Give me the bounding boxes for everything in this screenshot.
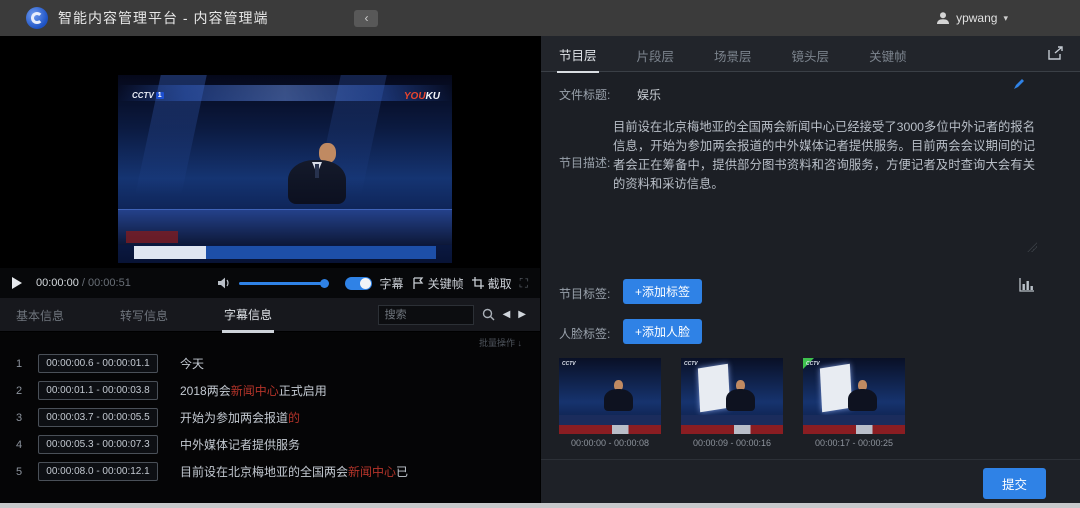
- subtitle-list: 1 00:00:00.6 - 00:00:01.1 今天 2 00:00:01.…: [0, 350, 540, 485]
- export-icon[interactable]: [1048, 46, 1064, 61]
- search-icon[interactable]: [482, 308, 495, 321]
- down-arrow-icon: ↓: [518, 338, 523, 348]
- row-number: 2: [16, 385, 38, 397]
- left-tab-bar: 基本信息 转写信息 字幕信息 ◀ ▶: [0, 298, 540, 332]
- watermark-logo: YOUKU: [404, 91, 440, 102]
- edit-icon[interactable]: [1014, 76, 1024, 94]
- bulk-action-link[interactable]: 批量操作 ↓: [479, 336, 522, 349]
- tab-shot-layer[interactable]: 镜头层: [790, 36, 832, 72]
- username: ypwang: [956, 11, 997, 25]
- play-icon[interactable]: [12, 277, 22, 289]
- capture-button[interactable]: 截取: [472, 275, 512, 292]
- keyframe-button[interactable]: 关键帧: [412, 275, 464, 292]
- app-title: 智能内容管理平台 - 内容管理端: [58, 8, 268, 28]
- news-anchor: [308, 143, 346, 204]
- timecode-field[interactable]: 00:00:05.3 - 00:00:07.3: [38, 435, 158, 454]
- subtitle-toggle-label: 字幕: [380, 275, 404, 292]
- face-tag-label: 人脸标签:: [559, 325, 610, 342]
- tab-scene-layer[interactable]: 场景层: [712, 36, 754, 72]
- file-title-label: 文件标题:: [559, 86, 610, 103]
- subtitle-text: 目前设在北京梅地亚的全国两会新闻中心已: [180, 463, 408, 480]
- app-logo-icon: [26, 7, 48, 29]
- subtitle-row[interactable]: 5 00:00:08.0 - 00:00:12.1 目前设在北京梅地亚的全国两会…: [0, 458, 540, 485]
- subtitle-text: 中外媒体记者提供服务: [180, 436, 300, 453]
- app-window: 智能内容管理平台 - 内容管理端 ‹ ypwang ▾ CCTV1: [0, 0, 1080, 508]
- lower-third-banner: [134, 246, 436, 259]
- keyframe-thumbnail[interactable]: CCTV 00:00:17 - 00:00:25: [803, 358, 905, 448]
- tab-program-layer[interactable]: 节目层: [557, 35, 599, 73]
- flag-icon: [412, 277, 424, 290]
- caret-down-icon: ▾: [1003, 13, 1008, 24]
- add-tag-button[interactable]: +添加标签: [623, 279, 702, 304]
- subtitle-text: 开始为参加两会报道的: [180, 409, 300, 426]
- tab-basic-info[interactable]: 基本信息: [14, 298, 66, 331]
- row-number: 4: [16, 439, 38, 451]
- row-number: 5: [16, 466, 38, 478]
- video-player[interactable]: CCTV1 YOUKU: [0, 36, 540, 268]
- thumbnail-timerange: 00:00:09 - 00:00:16: [681, 438, 783, 448]
- timecode-field[interactable]: 00:00:08.0 - 00:00:12.1: [38, 462, 158, 481]
- search-input[interactable]: [378, 305, 474, 325]
- user-icon: [936, 11, 950, 25]
- program-tag-label: 节目标签:: [559, 285, 610, 302]
- panel-footer: 提交: [541, 459, 1080, 503]
- timecode-field[interactable]: 00:00:03.7 - 00:00:05.5: [38, 408, 158, 427]
- resize-handle-icon[interactable]: [1027, 242, 1037, 252]
- submit-button[interactable]: 提交: [983, 468, 1046, 499]
- row-number: 1: [16, 358, 38, 370]
- time-display: 00:00:00 / 00:00:51: [36, 277, 131, 289]
- subtitle-text: 今天: [180, 355, 204, 372]
- tab-keyframe-layer[interactable]: 关键帧: [867, 36, 909, 72]
- subtitle-toggle[interactable]: [345, 277, 372, 290]
- row-number: 3: [16, 412, 38, 424]
- subtitle-text: 2018两会新闻中心正式启用: [180, 382, 327, 399]
- timecode-field[interactable]: 00:00:00.6 - 00:00:01.1: [38, 354, 158, 373]
- next-result-icon[interactable]: ▶: [518, 309, 526, 320]
- layer-tab-bar: 节目层 片段层 场景层 镜头层 关键帧: [541, 36, 1080, 72]
- metadata-panel: 节目层 片段层 场景层 镜头层 关键帧 文件标题: 娱乐 节目描述: 目前设在北…: [540, 36, 1080, 508]
- subtitle-row[interactable]: 3 00:00:03.7 - 00:00:05.5 开始为参加两会报道的: [0, 404, 540, 431]
- tab-transcript-info[interactable]: 转写信息: [118, 298, 170, 331]
- volume-icon[interactable]: [218, 277, 231, 289]
- keyframe-thumbnail[interactable]: CCTV 00:00:09 - 00:00:16: [681, 358, 783, 448]
- description-label: 节目描述:: [559, 154, 610, 171]
- timecode-field[interactable]: 00:00:01.1 - 00:00:03.8: [38, 381, 158, 400]
- keyframe-thumbnails: CCTV 00:00:00 - 00:00:08 CCTV 00:00:09 -…: [559, 358, 905, 448]
- volume-slider[interactable]: [239, 282, 327, 285]
- subtitle-row[interactable]: 1 00:00:00.6 - 00:00:01.1 今天: [0, 350, 540, 377]
- user-menu[interactable]: ypwang ▾: [936, 11, 1008, 25]
- tab-subtitle-info[interactable]: 字幕信息: [222, 297, 274, 333]
- player-panel: CCTV1 YOUKU 00:: [0, 36, 540, 508]
- thumbnail-timerange: 00:00:17 - 00:00:25: [803, 438, 905, 448]
- back-button[interactable]: ‹: [354, 10, 378, 27]
- player-controls: 00:00:00 / 00:00:51 字幕 关键帧: [0, 268, 540, 298]
- file-title-value[interactable]: 娱乐: [637, 86, 661, 103]
- subtitle-row[interactable]: 2 00:00:01.1 - 00:00:03.8 2018两会新闻中心正式启用: [0, 377, 540, 404]
- top-bar: 智能内容管理平台 - 内容管理端 ‹ ypwang ▾: [0, 0, 1080, 36]
- description-text[interactable]: 目前设在北京梅地亚的全国两会新闻中心已经接受了3000多位中外记者的报名信息，开…: [613, 118, 1035, 194]
- crop-icon: [472, 277, 484, 289]
- prev-result-icon[interactable]: ◀: [503, 309, 511, 320]
- desk-reflection: [126, 231, 178, 243]
- add-face-button[interactable]: +添加人脸: [623, 319, 702, 344]
- channel-logo: CCTV1: [132, 91, 164, 100]
- fullscreen-icon[interactable]: ⛶: [520, 276, 528, 291]
- video-frame: CCTV1 YOUKU: [118, 75, 452, 263]
- keyframe-thumbnail[interactable]: CCTV 00:00:00 - 00:00:08: [559, 358, 661, 448]
- chart-icon[interactable]: [1019, 278, 1034, 297]
- tab-segment-layer[interactable]: 片段层: [635, 36, 677, 72]
- thumbnail-timerange: 00:00:00 - 00:00:08: [559, 438, 661, 448]
- subtitle-row[interactable]: 4 00:00:05.3 - 00:00:07.3 中外媒体记者提供服务: [0, 431, 540, 458]
- bottom-scrollbar[interactable]: [0, 503, 1080, 508]
